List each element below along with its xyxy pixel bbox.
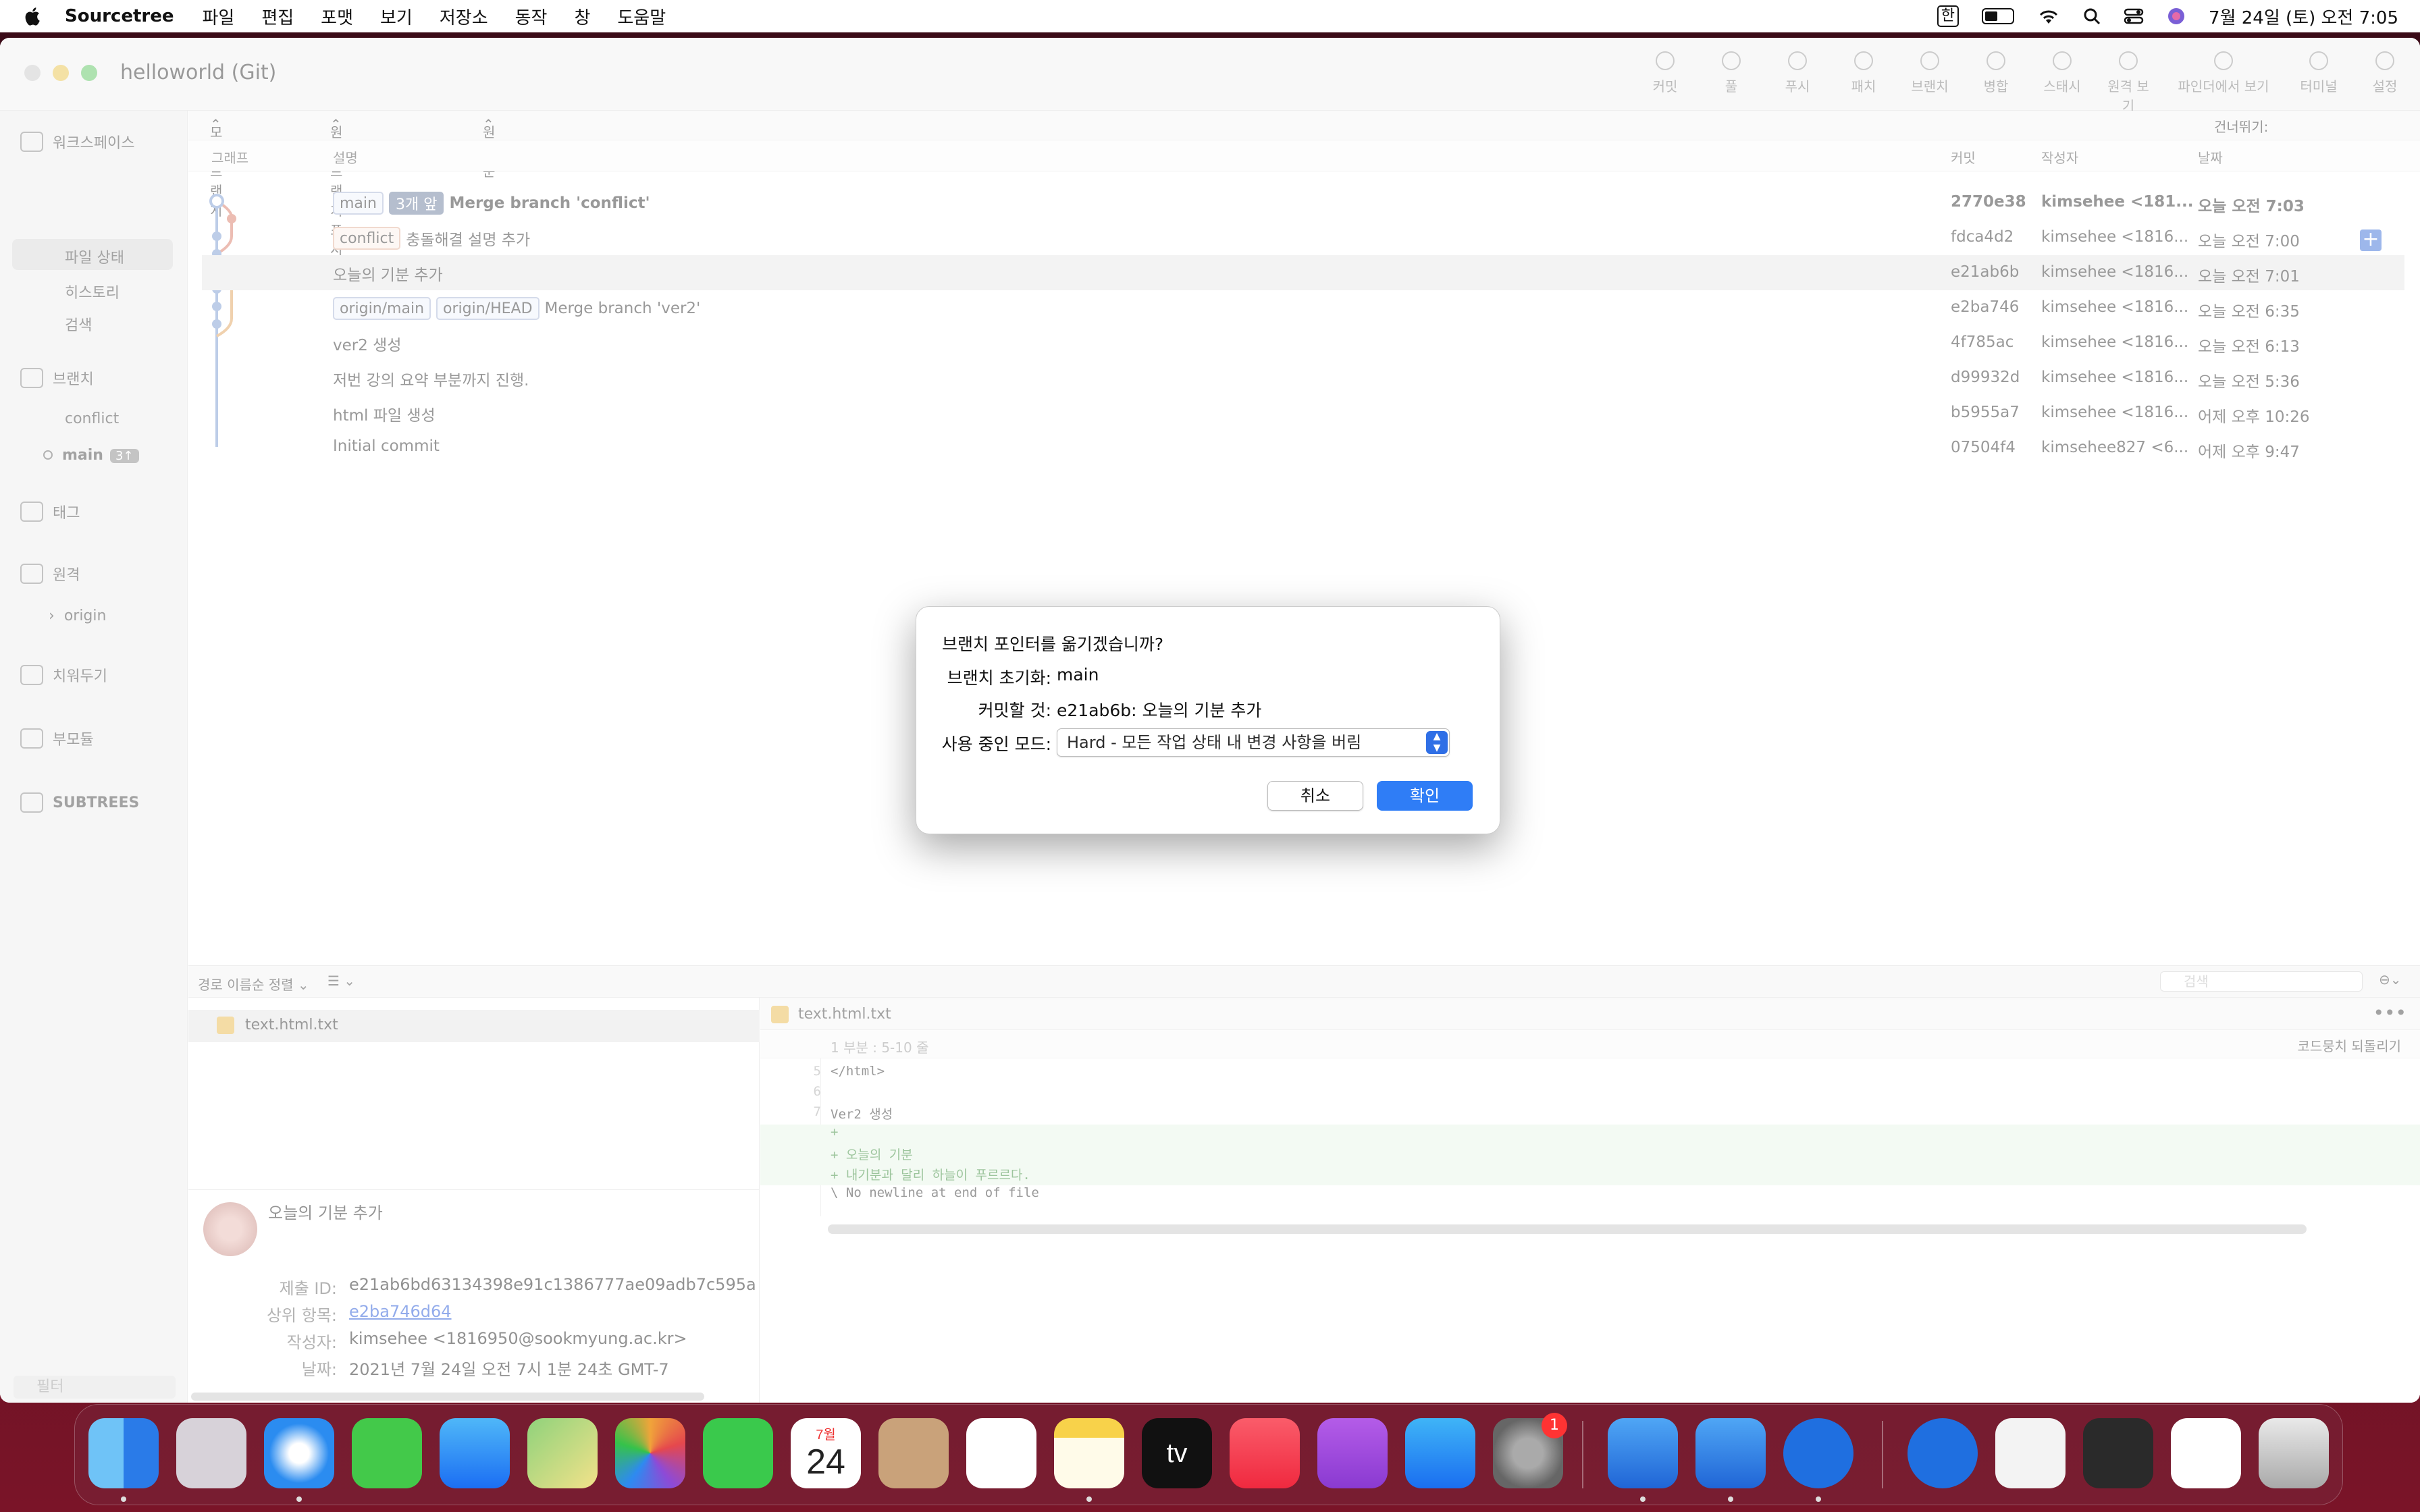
- mode-selected-value: Hard - 모든 작업 상태 내 변경 사항을 버림: [1067, 733, 1362, 752]
- notes-icon[interactable]: [1054, 1418, 1124, 1488]
- spotlight-search-icon[interactable]: [2083, 7, 2101, 25]
- contacts-icon[interactable]: [878, 1418, 949, 1488]
- notification-badge: 1: [1542, 1413, 1567, 1438]
- sourcetree-window2-icon[interactable]: [2171, 1418, 2241, 1488]
- messages-icon[interactable]: [352, 1418, 422, 1488]
- menu-edit[interactable]: 편집: [261, 4, 294, 29]
- cancel-button[interactable]: 취소: [1267, 781, 1363, 811]
- maps-icon[interactable]: [527, 1418, 598, 1488]
- app-name-menu[interactable]: Sourcetree: [65, 6, 174, 26]
- apple-icon[interactable]: [22, 6, 42, 26]
- reset-branch-label: 브랜치 초기화:: [947, 668, 1051, 688]
- commit-target-value: e21ab6b: 오늘의 기분 추가: [1057, 701, 1262, 720]
- sourcetree-window-icon[interactable]: [1908, 1418, 1978, 1488]
- photos-icon[interactable]: [615, 1418, 685, 1488]
- mode-label: 사용 중인 모드:: [941, 734, 1051, 754]
- wifi-icon[interactable]: [2037, 7, 2060, 25]
- menu-view[interactable]: 보기: [380, 4, 413, 29]
- system-preferences-icon[interactable]: 1: [1493, 1413, 1567, 1488]
- menu-actions[interactable]: 동작: [515, 4, 548, 29]
- menu-format[interactable]: 포맷: [321, 4, 353, 29]
- facetime-icon[interactable]: [703, 1418, 773, 1488]
- dock: 7월 24 tv 1: [74, 1404, 2343, 1505]
- dialog-title: 브랜치 포인터를 옮기겠습니까?: [942, 634, 1164, 654]
- menu-file[interactable]: 파일: [202, 4, 234, 29]
- launchpad-icon[interactable]: [176, 1418, 246, 1488]
- reset-branch-dialog: 브랜치 포인터를 옮기겠습니까? 브랜치 초기화: main 커밋할 것: e2…: [916, 606, 1500, 834]
- menu-help[interactable]: 도움말: [617, 4, 666, 29]
- reminders-icon[interactable]: [966, 1418, 1036, 1488]
- menubar-clock[interactable]: 7월 24일 (토) 오전 7:05: [2209, 4, 2398, 29]
- battery-icon[interactable]: [1982, 8, 2015, 24]
- safari-icon[interactable]: [264, 1418, 334, 1488]
- mail-icon[interactable]: [440, 1418, 510, 1488]
- music-icon[interactable]: [1230, 1418, 1300, 1488]
- sourcetree-icon[interactable]: [1783, 1418, 1853, 1488]
- xcode-icon[interactable]: [1608, 1418, 1678, 1488]
- commit-target-label: 커밋할 것:: [978, 701, 1051, 720]
- reset-branch-value: main: [1057, 665, 1099, 684]
- calendar-icon[interactable]: 7월 24: [791, 1418, 861, 1488]
- menu-repository[interactable]: 저장소: [440, 4, 488, 29]
- simulator-icon[interactable]: [1695, 1418, 1766, 1488]
- input-method-indicator[interactable]: 한: [1937, 5, 1959, 27]
- menu-window[interactable]: 창: [574, 4, 590, 29]
- confirm-button[interactable]: 확인: [1377, 781, 1473, 811]
- siri-icon[interactable]: [2167, 7, 2186, 26]
- mode-select[interactable]: Hard - 모든 작업 상태 내 변경 사항을 버림 ▲ ▼: [1057, 728, 1450, 757]
- podcasts-icon[interactable]: [1317, 1418, 1388, 1488]
- safari-window-icon[interactable]: [1995, 1418, 2066, 1488]
- appstore-icon[interactable]: [1405, 1418, 1475, 1488]
- appletv-icon[interactable]: tv: [1142, 1418, 1212, 1488]
- menu-bar: Sourcetree 파일 편집 포맷 보기 저장소 동작 창 도움말 한 7월…: [0, 0, 2420, 32]
- control-center-icon[interactable]: [2124, 7, 2144, 25]
- terminal-window-icon[interactable]: [2083, 1418, 2153, 1488]
- trash-icon[interactable]: [2259, 1418, 2329, 1488]
- chevron-updown-icon: ▲ ▼: [1426, 731, 1448, 754]
- finder-icon[interactable]: [88, 1418, 159, 1488]
